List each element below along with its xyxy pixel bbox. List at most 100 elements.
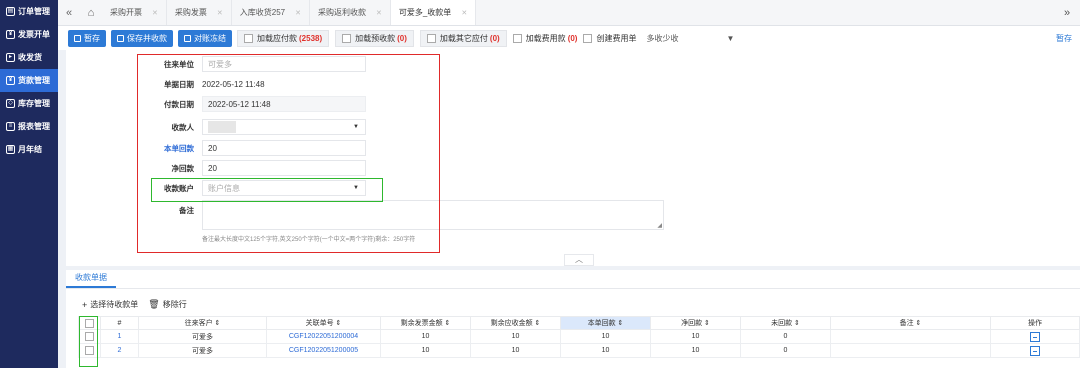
tab-purchase-invoice[interactable]: 采购发票 ✕ [167,0,232,25]
checkbox[interactable] [583,33,593,43]
checkbox[interactable] [244,33,253,43]
receipt-table: # 往来客户 ⇕ 关联单号 ⇕ 剩余发票金额 ⇕ 剩余应收金额 ⇕ 本单回款 ⇕… [78,316,1080,358]
sidebar-item-label: 月年结 [18,145,42,154]
column-header[interactable]: 备注 ⇕ [830,316,991,330]
column-header[interactable]: 净回款 ⇕ [650,316,741,330]
row-index: 2 [100,343,139,358]
column-header[interactable]: 往来客户 ⇕ [138,316,267,330]
highlight-box-green-checkboxes [79,316,98,367]
customer-cell: 可爱多 [138,329,267,344]
operation-cell [990,329,1080,344]
remove-row-button[interactable]: 🗑 移除行 [148,299,186,310]
remove-row-icon[interactable] [1030,331,1040,342]
load-fee-button[interactable]: 加载费用款 (0) [512,33,577,44]
sidebar-item-invoices[interactable]: ¥ 发票开单 [0,23,58,46]
reconcile-freeze-button[interactable]: 对账冻结 [178,29,232,47]
load-other-payable-button[interactable]: 加载其它应付 (0) [419,29,507,47]
resize-handle-icon[interactable]: ◢ [657,222,662,229]
sidebar: ▤ 订单管理 ¥ 发票开单 ▸ 收发货 ¥ 货款管理 ◇ 库存管理 ≡ 报表管理 ▦ 月年结 [0,0,58,368]
report-icon: ≡ [6,122,15,131]
sidebar-item-inventory[interactable]: ◇ 库存管理 [0,92,58,115]
table-header-row: # 往来客户 ⇕ 关联单号 ⇕ 剩余发票金额 ⇕ 剩余应收金额 ⇕ 本单回款 ⇕… [78,316,1080,330]
column-header[interactable]: 未回款 ⇕ [740,316,831,330]
stash-link[interactable]: 暂存 [1056,33,1072,44]
highlight-box-red [137,54,440,253]
close-icon[interactable]: ✕ [376,9,382,17]
customer-cell: 可爱多 [138,343,267,358]
close-icon[interactable]: ✕ [152,9,158,17]
remark-cell[interactable] [830,343,991,358]
save-button[interactable]: 暂存 [68,29,106,47]
receipt-documents-section: 收款单据 + 选择待收款单 🗑 移除行 # 往来客户 ⇕ 关联单号 ⇕ 剩余发票金额… [66,270,1080,368]
close-icon[interactable]: ✕ [461,9,467,17]
save-icon [117,34,124,42]
caret-down-icon: ▼ [726,33,735,43]
tab-inbound-receipt[interactable]: 入库收货257 ✕ [232,0,310,25]
sidebar-item-shipping[interactable]: ▸ 收发货 [0,46,58,69]
this-return-cell[interactable]: 10 [560,343,651,358]
unreturned-cell: 0 [740,329,831,344]
invoice-icon: ¥ [6,30,15,39]
save-icon [184,34,191,42]
invoice-remaining-cell: 10 [380,329,471,344]
invoice-remaining-cell: 10 [380,343,471,358]
checkbox[interactable] [512,33,522,43]
load-prepay-button[interactable]: 加载预收款 (0) [335,29,414,47]
column-header: # [100,316,139,330]
highlight-box-green [151,178,383,202]
column-header[interactable]: 本单回款 ⇕ [560,316,651,330]
checkbox[interactable] [342,33,352,43]
tab-receipt-documents[interactable]: 收款单据 [66,270,116,288]
table-row[interactable]: 2 可爱多 CGF12022051200005 10 10 10 10 0 [78,343,1080,358]
table-actions: + 选择待收款单 🗑 移除行 [82,299,187,310]
net-return-cell: 10 [650,343,741,358]
remark-cell[interactable] [830,329,991,344]
this-return-cell[interactable]: 10 [560,329,651,344]
receivable-remaining-cell: 10 [470,343,561,358]
remove-row-icon[interactable] [1030,345,1040,356]
receivable-remaining-cell: 10 [470,329,561,344]
toolbar: 暂存 保存并收款 对账冻结 加载应付款 (2538) 加载预收款 (0) 加载其它应… [58,26,1080,50]
chevron-up-icon[interactable]: ︿ [564,254,594,266]
order-icon: ▤ [6,7,15,16]
sidebar-item-label: 库存管理 [18,99,50,108]
sidebar-item-label: 收发货 [18,53,42,62]
row-index: 1 [100,329,139,344]
calendar-icon: ▦ [6,145,15,154]
close-icon[interactable]: ✕ [217,9,223,17]
save-and-collect-button[interactable]: 保存并收款 [111,29,173,47]
tab-purchase-billing[interactable]: 采购开票 ✕ [102,0,167,25]
unreturned-cell: 0 [740,343,831,358]
operation-cell [990,343,1080,358]
home-icon[interactable]: ⌂ [80,0,102,25]
sidebar-item-payments[interactable]: ¥ 货款管理 [0,69,58,92]
doc-no-link[interactable]: CGF12022051200005 [266,343,381,358]
sidebar-item-orders[interactable]: ▤ 订单管理 [0,0,58,23]
inventory-icon: ◇ [6,99,15,108]
sidebar-item-label: 订单管理 [18,7,50,16]
load-payable-button[interactable]: 加载应付款 (2538) [237,29,330,47]
doc-no-link[interactable]: CGF12022051200004 [266,329,381,344]
table-row[interactable]: 1 可爱多 CGF12022051200004 10 10 10 10 0 [78,329,1080,344]
column-header: 操作 [990,316,1080,330]
tab-purchase-rebate[interactable]: 采购返利收款 ✕ [310,0,391,25]
trash-icon: 🗑 [148,299,160,309]
sidebar-item-label: 报表管理 [18,122,50,131]
net-return-cell: 10 [650,329,741,344]
tab-receipt[interactable]: 可爱多_收款单 ✕ [390,0,477,25]
plus-icon: + [82,299,88,310]
checkbox[interactable] [426,33,436,43]
column-header[interactable]: 剩余发票金额 ⇕ [380,316,471,330]
truck-icon: ▸ [6,53,15,62]
column-header[interactable]: 关联单号 ⇕ [266,316,381,330]
sidebar-item-closing[interactable]: ▦ 月年结 [0,138,58,161]
create-fee-checkbox[interactable]: 创建费用单 [583,33,636,44]
sidebar-item-label: 货款管理 [18,76,50,85]
close-icon[interactable]: ✕ [295,9,301,17]
column-header[interactable]: 剩余应收金额 ⇕ [470,316,561,330]
collapse-left-icon[interactable]: « [58,0,80,25]
select-pending-button[interactable]: + 选择待收款单 [82,299,138,310]
sidebar-item-reports[interactable]: ≡ 报表管理 [0,115,58,138]
multi-collect-select[interactable]: 多收少收 ▼ [642,33,738,44]
expand-right-icon[interactable]: » [1054,0,1080,25]
